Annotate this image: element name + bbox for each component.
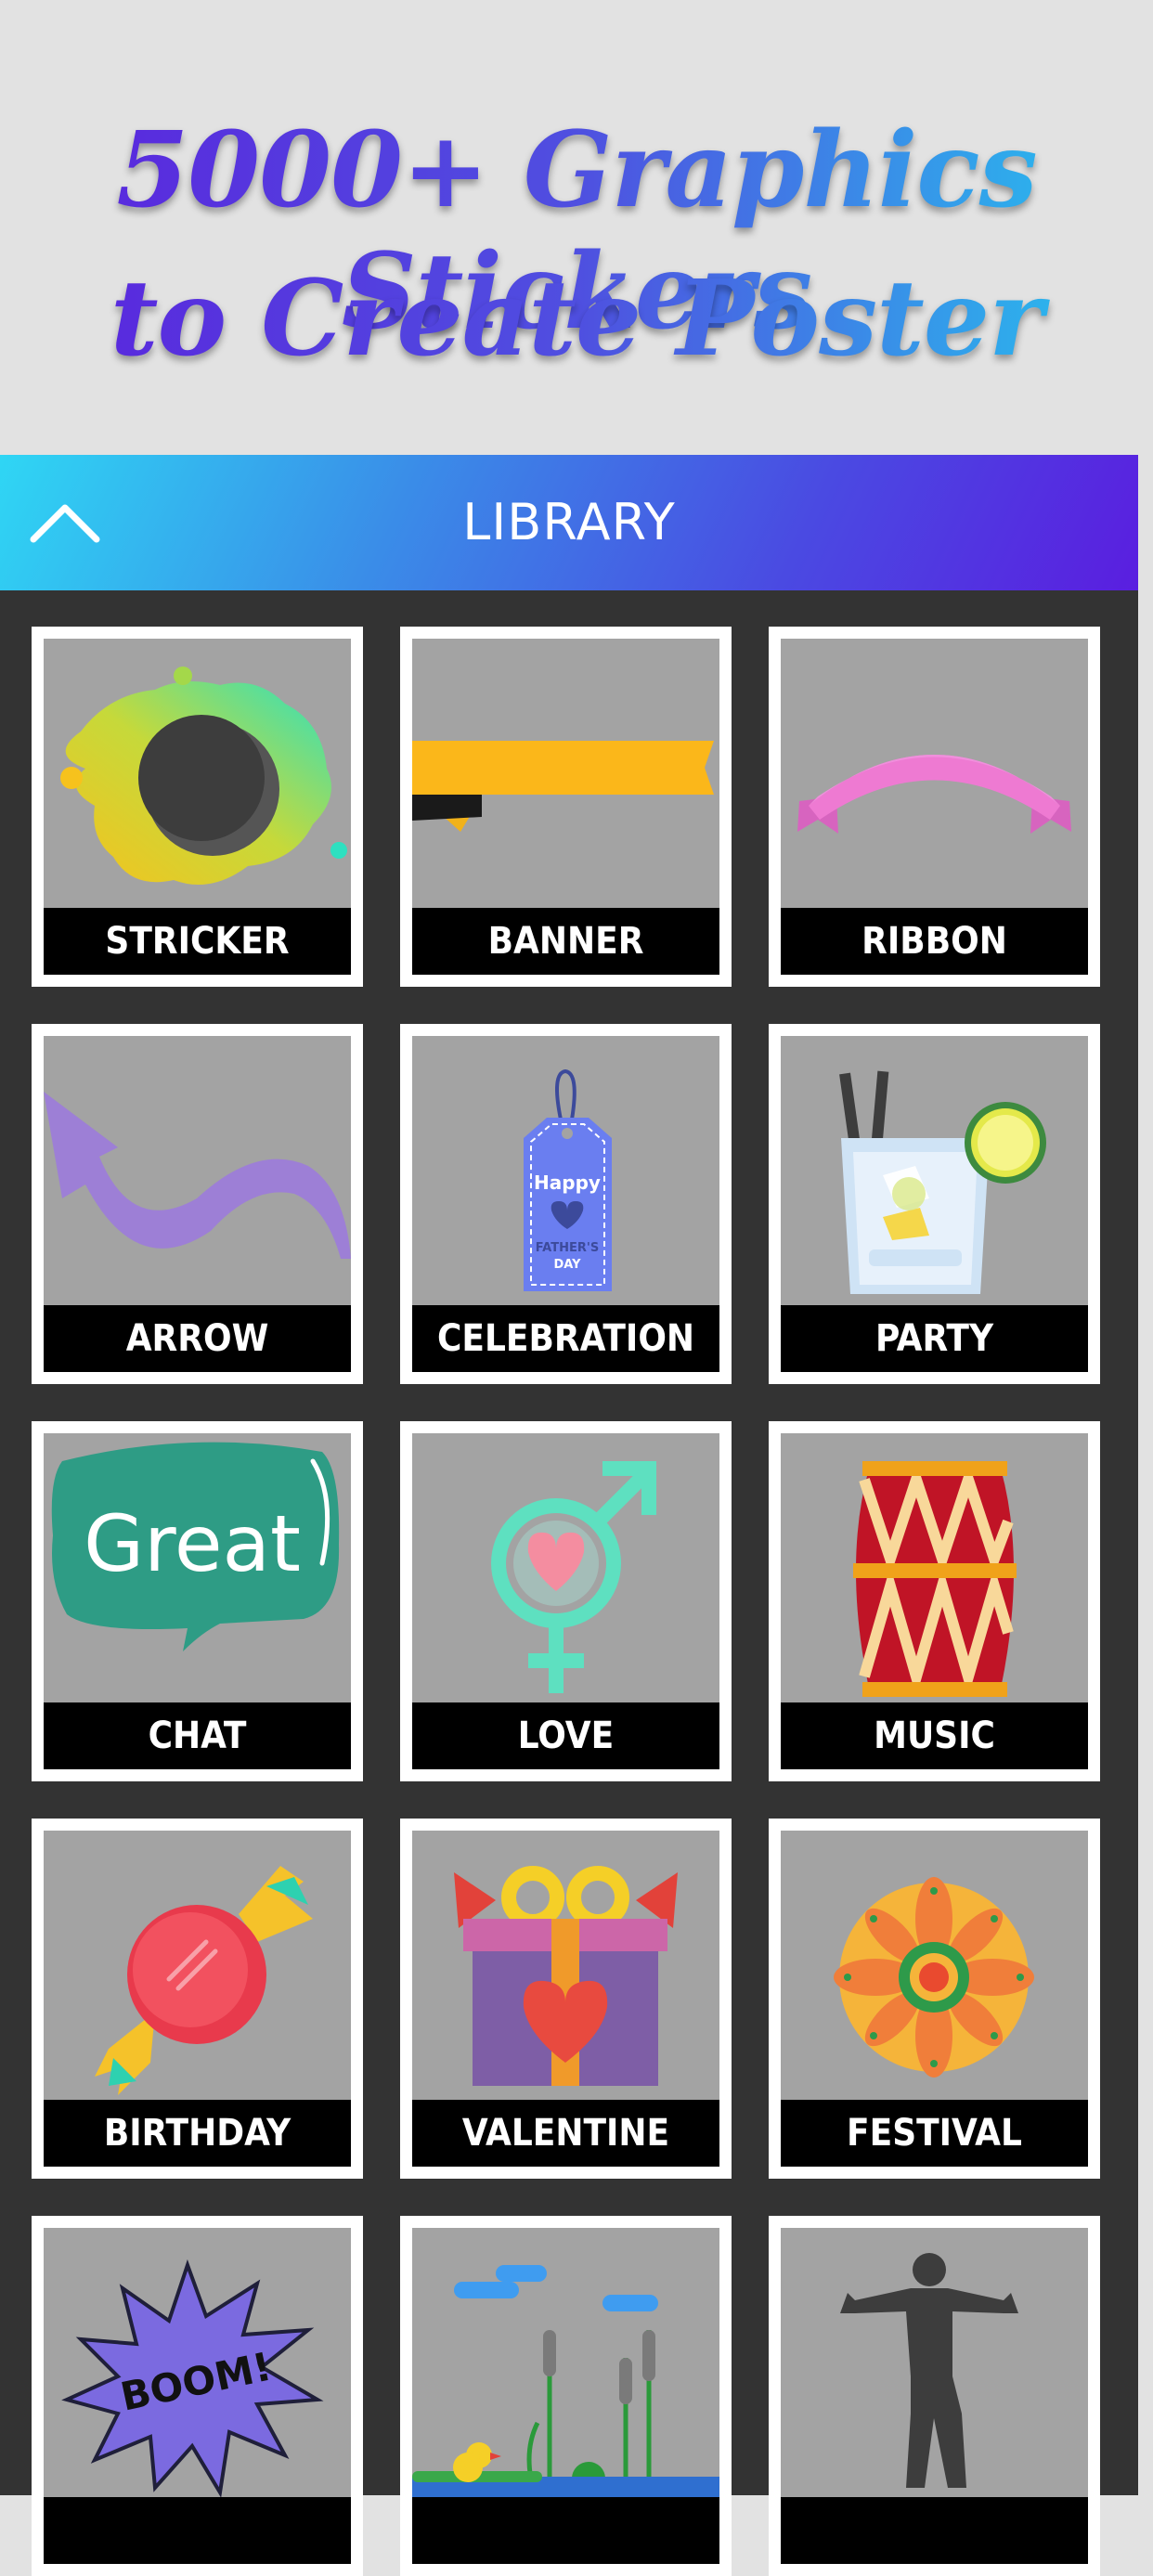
curved-ribbon-icon xyxy=(797,755,1071,834)
curved-arrow-icon xyxy=(44,1092,351,1259)
category-card-banner[interactable]: BANNER xyxy=(400,627,732,987)
category-card-music[interactable]: MUSIC xyxy=(769,1421,1100,1781)
category-label: BIRTHDAY xyxy=(44,2100,351,2167)
fitness-man-icon xyxy=(840,2253,1018,2488)
category-label xyxy=(412,2497,719,2564)
rangoli-flower-icon xyxy=(834,1877,1034,2078)
category-label: RIBBON xyxy=(781,908,1088,975)
category-card-chat[interactable]: Great CHAT xyxy=(32,1421,363,1781)
category-card-arrow[interactable]: ARROW xyxy=(32,1024,363,1384)
category-card-boom[interactable]: BOOM! xyxy=(32,2216,363,2576)
paint-splash-circle-icon xyxy=(60,667,347,885)
category-label: FESTIVAL xyxy=(781,2100,1088,2167)
candy-icon xyxy=(95,1866,313,2095)
boom-burst-icon: BOOM! xyxy=(61,2259,324,2497)
category-card-festival[interactable]: FESTIVAL xyxy=(769,1819,1100,2179)
category-label: VALENTINE xyxy=(412,2100,719,2167)
dhol-drum-icon xyxy=(853,1461,1017,1697)
library-title: LIBRARY xyxy=(462,493,676,551)
library-header: LIBRARY xyxy=(0,455,1138,590)
svg-text:Happy: Happy xyxy=(534,1171,601,1194)
category-label: MUSIC xyxy=(781,1702,1088,1769)
gift-box-heart-icon xyxy=(454,1866,678,2086)
promo-headline-line-2: to Create Poster xyxy=(0,258,1153,380)
library-panel: LIBRARY STRICKER BANNER RIBBON ARROW Hap… xyxy=(0,455,1138,2576)
category-label: ARROW xyxy=(44,1305,351,1372)
category-grid: STRICKER BANNER RIBBON ARROW Happy FATHE… xyxy=(32,627,1100,2576)
speech-bubble-icon: Great xyxy=(51,1442,340,1651)
category-label: CHAT xyxy=(44,1702,351,1769)
collapse-button[interactable] xyxy=(26,492,104,553)
cocktail-glass-icon xyxy=(839,1070,1046,1294)
svg-text:DAY: DAY xyxy=(553,1258,581,1272)
gender-heart-icon xyxy=(491,1461,656,1693)
category-label xyxy=(781,2497,1088,2564)
category-label xyxy=(44,2497,351,2564)
category-card-valentine[interactable]: VALENTINE xyxy=(400,1819,732,2179)
pond-landscape-icon xyxy=(412,2265,719,2497)
svg-text:Great: Great xyxy=(84,1498,301,1589)
banner-ribbon-icon xyxy=(412,741,719,832)
category-card-love[interactable]: LOVE xyxy=(400,1421,732,1781)
category-card-stricker[interactable]: STRICKER xyxy=(32,627,363,987)
chevron-up-icon xyxy=(30,504,100,543)
gift-tag-icon: Happy FATHER'S DAY xyxy=(524,1068,612,1291)
category-card-fitness[interactable] xyxy=(769,2216,1100,2576)
category-label: CELEBRATION xyxy=(412,1305,719,1372)
category-label: PARTY xyxy=(781,1305,1088,1372)
svg-text:FATHER'S: FATHER'S xyxy=(536,1241,599,1255)
category-label: LOVE xyxy=(412,1702,719,1769)
category-label: BANNER xyxy=(412,908,719,975)
category-card-pond[interactable] xyxy=(400,2216,732,2576)
category-card-party[interactable]: PARTY xyxy=(769,1024,1100,1384)
category-label: STRICKER xyxy=(44,908,351,975)
category-card-celebration[interactable]: Happy FATHER'S DAY CELEBRATION xyxy=(400,1024,732,1384)
promo-banner: 5000+ Graphics Stickers to Create Poster xyxy=(0,0,1153,455)
category-card-ribbon[interactable]: RIBBON xyxy=(769,627,1100,987)
category-card-birthday[interactable]: BIRTHDAY xyxy=(32,1819,363,2179)
